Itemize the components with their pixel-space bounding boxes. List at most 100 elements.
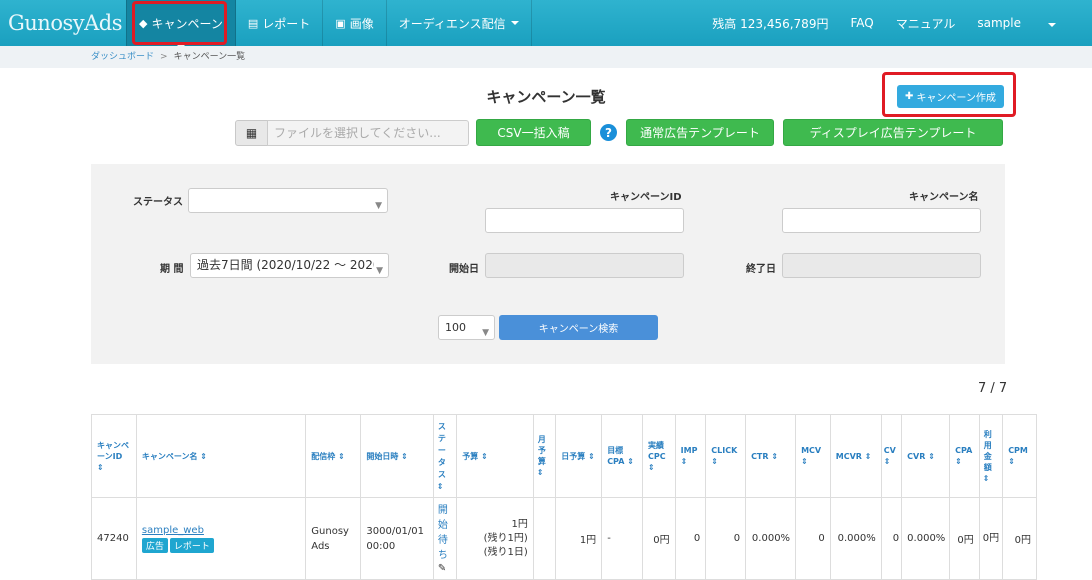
nav-audience[interactable]: オーディエンス配信: [387, 0, 532, 46]
col-target-cpa[interactable]: 目標CPA ⇕: [601, 414, 643, 498]
col-label: 実績CPC: [648, 440, 666, 461]
sort-icon: ⇕: [536, 468, 544, 477]
balance-text: 残高 123,456,789円: [712, 16, 829, 31]
sort-icon: ⇕: [648, 462, 655, 472]
period-select[interactable]: 過去7日間 (2020/10/22 ～ 2020 ▼: [190, 253, 389, 278]
per-page-value: 100: [445, 321, 466, 334]
col-mcvr[interactable]: MCVR ⇕: [829, 414, 882, 498]
col-cpc[interactable]: 実績CPC ⇕: [642, 414, 676, 498]
campaign-search-button[interactable]: キャンペーン検索: [499, 315, 658, 340]
faq-link[interactable]: FAQ: [850, 16, 873, 30]
chevron-down-icon: [1048, 23, 1056, 27]
cell-budget: 1円 (残り1円) (残り1日): [456, 497, 534, 580]
breadcrumb-dashboard[interactable]: ダッシュボード: [91, 52, 154, 62]
campaign-name-input[interactable]: [782, 208, 981, 233]
col-status[interactable]: ステータス ⇕: [432, 414, 458, 498]
col-campaign-id[interactable]: キャンペーンID ⇕: [91, 414, 137, 498]
col-cv[interactable]: CV ⇕: [880, 414, 903, 498]
sort-icon: ⇕: [955, 457, 962, 466]
col-label: CVR: [907, 451, 926, 461]
col-campaign-name[interactable]: キャンペーン名 ⇕: [135, 414, 307, 498]
col-cpa[interactable]: CPA ⇕: [949, 414, 980, 498]
brand-logo[interactable]: GunosyAds: [0, 0, 126, 46]
image-icon: ▣: [335, 16, 346, 30]
budget-days: (残り1日): [483, 546, 528, 558]
col-click[interactable]: CLICK ⇕: [705, 414, 747, 498]
col-label: MCVR: [835, 451, 862, 461]
campaign-name-link[interactable]: sample_web: [142, 525, 204, 536]
col-label: 日予算: [561, 451, 586, 461]
col-imp[interactable]: IMP ⇕: [674, 414, 707, 498]
sort-icon: ⇕: [883, 457, 891, 466]
folder-open-icon[interactable]: ▦: [235, 120, 268, 146]
display-template-button[interactable]: ディスプレイ広告テンプレート: [783, 119, 1003, 146]
file-input[interactable]: ファイルを選択してください...: [267, 120, 469, 146]
table-header-row: キャンペーンID ⇕ キャンペーン名 ⇕ 配信枠 ⇕ 開始日時 ⇕ ステータス ⇕…: [91, 414, 1037, 498]
cell-status: 開始待ち ✎: [432, 497, 458, 580]
nav-report[interactable]: ▤ レポート: [236, 0, 324, 46]
col-label: キャンペーン名: [141, 451, 198, 461]
col-label: 配信枠: [311, 451, 336, 461]
col-cvr[interactable]: CVR ⇕: [901, 414, 951, 498]
cell-monthly: [532, 497, 557, 580]
period-select-value: 過去7日間 (2020/10/22 ～ 2020: [197, 258, 381, 272]
per-page-select[interactable]: 100 ▼: [438, 315, 495, 340]
sort-icon: ⇕: [982, 473, 990, 483]
highlight-box-nav: [132, 1, 227, 45]
cell-target-cpa: -: [601, 497, 643, 580]
start-date-input[interactable]: [485, 253, 684, 278]
chevron-down-icon: ▼: [482, 328, 489, 338]
budget-value: 1円: [511, 518, 528, 530]
period-label: 期 間: [160, 264, 184, 275]
nav-image[interactable]: ▣ 画像: [323, 0, 387, 46]
table-icon: ▤: [247, 16, 259, 30]
cell-mcvr: 0.000%: [829, 497, 882, 580]
col-label: 利用金額: [983, 429, 992, 472]
sort-icon: ⇕: [1008, 457, 1015, 466]
cell-cv: 0: [880, 497, 903, 580]
user-name: sample: [977, 16, 1021, 30]
campaign-id-label: キャンペーンID: [610, 192, 682, 203]
col-monthly[interactable]: 月予算 ⇕: [532, 414, 557, 498]
report-tag-button[interactable]: レポート: [169, 537, 214, 553]
cell-name: sample_web 広告 レポート: [135, 497, 307, 580]
col-label: 月予算: [537, 435, 546, 466]
sort-icon: ⇕: [627, 457, 634, 466]
col-mcv[interactable]: MCV ⇕: [795, 414, 831, 498]
col-label: 開始日時: [366, 451, 399, 461]
cell-cvr: 0.000%: [901, 497, 951, 580]
table-row: 47240 sample_web 広告 レポート Gunosy Ads 3000/…: [91, 497, 1037, 580]
manual-link[interactable]: マニュアル: [896, 15, 956, 32]
ad-tag-button[interactable]: 広告: [141, 537, 168, 553]
col-label: CPM: [1008, 446, 1028, 455]
question-icon[interactable]: ?: [600, 124, 617, 141]
status-link[interactable]: 開始待ち: [438, 503, 448, 563]
sort-icon: ⇕: [338, 451, 345, 461]
start-date-label: 開始日: [449, 264, 479, 275]
sort-icon: ⇕: [771, 451, 779, 461]
col-spend[interactable]: 利用金額 ⇕: [978, 414, 1004, 498]
breadcrumb: ダッシュボード > キャンペーン一覧: [0, 46, 1092, 68]
chevron-down-icon: ▼: [375, 201, 382, 211]
campaign-id-input[interactable]: [485, 208, 684, 233]
campaign-name-label: キャンペーン名: [909, 192, 979, 203]
csv-upload-button[interactable]: CSV一括入稿: [476, 119, 591, 146]
col-budget[interactable]: 予算 ⇕: [456, 414, 534, 498]
col-slot[interactable]: 配信枠 ⇕: [305, 414, 362, 498]
end-date-input[interactable]: [782, 253, 981, 278]
highlight-box-create: [882, 72, 1016, 117]
normal-template-button[interactable]: 通常広告テンプレート: [626, 119, 774, 146]
col-start[interactable]: 開始日時 ⇕: [360, 414, 434, 498]
sort-icon: ⇕: [200, 451, 207, 461]
campaign-table: キャンペーンID ⇕ キャンペーン名 ⇕ 配信枠 ⇕ 開始日時 ⇕ ステータス ⇕…: [91, 414, 1037, 580]
col-daily[interactable]: 日予算 ⇕: [555, 414, 603, 498]
status-select[interactable]: ▼: [188, 188, 388, 213]
col-ctr[interactable]: CTR ⇕: [745, 414, 797, 498]
status-label: ステータス: [133, 197, 183, 208]
col-label: MCV: [801, 446, 822, 455]
col-cpm[interactable]: CPM ⇕: [1002, 414, 1037, 498]
user-menu[interactable]: sample: [977, 16, 1074, 30]
col-label: 目標CPA: [607, 446, 625, 466]
col-label: IMP: [680, 446, 698, 455]
pencil-icon[interactable]: ✎: [438, 563, 446, 574]
